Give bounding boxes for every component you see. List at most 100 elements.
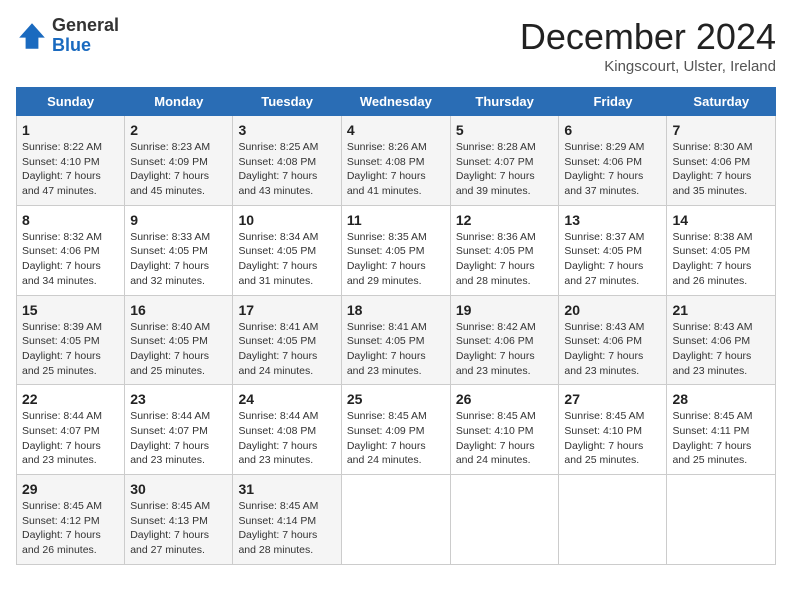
daylight-text: Daylight: 7 hours and 39 minutes. — [456, 170, 535, 197]
day-info: Sunrise: 8:42 AM Sunset: 4:06 PM Dayligh… — [456, 320, 554, 379]
daylight-text: Daylight: 7 hours and 23 minutes. — [238, 440, 317, 467]
calendar-cell: 15 Sunrise: 8:39 AM Sunset: 4:05 PM Dayl… — [17, 295, 125, 385]
day-header-saturday: Saturday — [667, 88, 776, 116]
logo-icon — [16, 20, 48, 52]
daylight-text: Daylight: 7 hours and 23 minutes. — [564, 350, 643, 377]
sunset-text: Sunset: 4:05 PM — [238, 245, 316, 257]
sunset-text: Sunset: 4:07 PM — [22, 425, 100, 437]
sunrise-text: Sunrise: 8:45 AM — [347, 410, 427, 422]
day-info: Sunrise: 8:45 AM Sunset: 4:14 PM Dayligh… — [238, 499, 335, 558]
sunset-text: Sunset: 4:05 PM — [564, 245, 642, 257]
day-info: Sunrise: 8:38 AM Sunset: 4:05 PM Dayligh… — [672, 230, 770, 289]
sunset-text: Sunset: 4:12 PM — [22, 515, 100, 527]
calendar-body: 1 Sunrise: 8:22 AM Sunset: 4:10 PM Dayli… — [17, 116, 776, 565]
calendar-header: SundayMondayTuesdayWednesdayThursdayFrid… — [17, 88, 776, 116]
day-number: 8 — [22, 212, 119, 228]
day-number: 10 — [238, 212, 335, 228]
sunset-text: Sunset: 4:05 PM — [347, 335, 425, 347]
calendar-cell: 23 Sunrise: 8:44 AM Sunset: 4:07 PM Dayl… — [125, 385, 233, 475]
calendar-week-2: 8 Sunrise: 8:32 AM Sunset: 4:06 PM Dayli… — [17, 205, 776, 295]
day-number: 12 — [456, 212, 554, 228]
title-block: December 2024 Kingscourt, Ulster, Irelan… — [520, 16, 776, 75]
calendar-table: SundayMondayTuesdayWednesdayThursdayFrid… — [16, 87, 776, 565]
day-header-thursday: Thursday — [450, 88, 559, 116]
sunrise-text: Sunrise: 8:44 AM — [22, 410, 102, 422]
day-info: Sunrise: 8:29 AM Sunset: 4:06 PM Dayligh… — [564, 140, 661, 199]
sunrise-text: Sunrise: 8:29 AM — [564, 141, 644, 153]
calendar-cell: 3 Sunrise: 8:25 AM Sunset: 4:08 PM Dayli… — [233, 116, 341, 206]
calendar-cell: 26 Sunrise: 8:45 AM Sunset: 4:10 PM Dayl… — [450, 385, 559, 475]
day-number: 28 — [672, 391, 770, 407]
sunrise-text: Sunrise: 8:43 AM — [564, 321, 644, 333]
sunset-text: Sunset: 4:05 PM — [672, 245, 750, 257]
sunrise-text: Sunrise: 8:39 AM — [22, 321, 102, 333]
sunset-text: Sunset: 4:10 PM — [564, 425, 642, 437]
daylight-text: Daylight: 7 hours and 34 minutes. — [22, 260, 101, 287]
sunset-text: Sunset: 4:11 PM — [672, 425, 749, 437]
sunset-text: Sunset: 4:06 PM — [672, 156, 750, 168]
calendar-cell: 22 Sunrise: 8:44 AM Sunset: 4:07 PM Dayl… — [17, 385, 125, 475]
calendar-cell — [450, 475, 559, 565]
calendar-cell: 25 Sunrise: 8:45 AM Sunset: 4:09 PM Dayl… — [341, 385, 450, 475]
day-number: 9 — [130, 212, 227, 228]
day-number: 1 — [22, 122, 119, 138]
calendar-cell: 1 Sunrise: 8:22 AM Sunset: 4:10 PM Dayli… — [17, 116, 125, 206]
sunrise-text: Sunrise: 8:45 AM — [130, 500, 210, 512]
calendar-cell: 19 Sunrise: 8:42 AM Sunset: 4:06 PM Dayl… — [450, 295, 559, 385]
day-number: 23 — [130, 391, 227, 407]
day-number: 14 — [672, 212, 770, 228]
daylight-text: Daylight: 7 hours and 23 minutes. — [672, 350, 751, 377]
day-info: Sunrise: 8:32 AM Sunset: 4:06 PM Dayligh… — [22, 230, 119, 289]
sunset-text: Sunset: 4:06 PM — [564, 335, 642, 347]
calendar-week-4: 22 Sunrise: 8:44 AM Sunset: 4:07 PM Dayl… — [17, 385, 776, 475]
calendar-cell: 9 Sunrise: 8:33 AM Sunset: 4:05 PM Dayli… — [125, 205, 233, 295]
calendar-cell — [559, 475, 667, 565]
sunrise-text: Sunrise: 8:40 AM — [130, 321, 210, 333]
day-info: Sunrise: 8:43 AM Sunset: 4:06 PM Dayligh… — [672, 320, 770, 379]
calendar-cell: 10 Sunrise: 8:34 AM Sunset: 4:05 PM Dayl… — [233, 205, 341, 295]
day-info: Sunrise: 8:44 AM Sunset: 4:07 PM Dayligh… — [130, 409, 227, 468]
sunrise-text: Sunrise: 8:32 AM — [22, 231, 102, 243]
day-number: 5 — [456, 122, 554, 138]
daylight-text: Daylight: 7 hours and 37 minutes. — [564, 170, 643, 197]
day-number: 30 — [130, 481, 227, 497]
calendar-cell: 8 Sunrise: 8:32 AM Sunset: 4:06 PM Dayli… — [17, 205, 125, 295]
day-info: Sunrise: 8:45 AM Sunset: 4:12 PM Dayligh… — [22, 499, 119, 558]
calendar-cell — [667, 475, 776, 565]
calendar-cell: 30 Sunrise: 8:45 AM Sunset: 4:13 PM Dayl… — [125, 475, 233, 565]
calendar-cell: 7 Sunrise: 8:30 AM Sunset: 4:06 PM Dayli… — [667, 116, 776, 206]
day-number: 6 — [564, 122, 661, 138]
calendar-cell: 24 Sunrise: 8:44 AM Sunset: 4:08 PM Dayl… — [233, 385, 341, 475]
day-number: 26 — [456, 391, 554, 407]
calendar-cell: 28 Sunrise: 8:45 AM Sunset: 4:11 PM Dayl… — [667, 385, 776, 475]
sunrise-text: Sunrise: 8:26 AM — [347, 141, 427, 153]
sunrise-text: Sunrise: 8:25 AM — [238, 141, 318, 153]
day-info: Sunrise: 8:45 AM Sunset: 4:10 PM Dayligh… — [456, 409, 554, 468]
day-number: 27 — [564, 391, 661, 407]
sunrise-text: Sunrise: 8:34 AM — [238, 231, 318, 243]
day-info: Sunrise: 8:45 AM Sunset: 4:11 PM Dayligh… — [672, 409, 770, 468]
day-info: Sunrise: 8:33 AM Sunset: 4:05 PM Dayligh… — [130, 230, 227, 289]
calendar-cell: 11 Sunrise: 8:35 AM Sunset: 4:05 PM Dayl… — [341, 205, 450, 295]
day-info: Sunrise: 8:28 AM Sunset: 4:07 PM Dayligh… — [456, 140, 554, 199]
day-number: 29 — [22, 481, 119, 497]
sunrise-text: Sunrise: 8:45 AM — [672, 410, 752, 422]
page-header: General Blue December 2024 Kingscourt, U… — [16, 16, 776, 75]
day-info: Sunrise: 8:44 AM Sunset: 4:08 PM Dayligh… — [238, 409, 335, 468]
daylight-text: Daylight: 7 hours and 23 minutes. — [456, 350, 535, 377]
sunset-text: Sunset: 4:13 PM — [130, 515, 208, 527]
day-number: 4 — [347, 122, 445, 138]
calendar-cell: 14 Sunrise: 8:38 AM Sunset: 4:05 PM Dayl… — [667, 205, 776, 295]
calendar-cell: 6 Sunrise: 8:29 AM Sunset: 4:06 PM Dayli… — [559, 116, 667, 206]
daylight-text: Daylight: 7 hours and 23 minutes. — [22, 440, 101, 467]
daylight-text: Daylight: 7 hours and 24 minutes. — [347, 440, 426, 467]
daylight-text: Daylight: 7 hours and 47 minutes. — [22, 170, 101, 197]
sunrise-text: Sunrise: 8:28 AM — [456, 141, 536, 153]
sunrise-text: Sunrise: 8:44 AM — [130, 410, 210, 422]
logo: General Blue — [16, 16, 119, 56]
sunset-text: Sunset: 4:05 PM — [130, 335, 208, 347]
day-number: 18 — [347, 302, 445, 318]
sunset-text: Sunset: 4:06 PM — [22, 245, 100, 257]
day-info: Sunrise: 8:39 AM Sunset: 4:05 PM Dayligh… — [22, 320, 119, 379]
day-header-sunday: Sunday — [17, 88, 125, 116]
